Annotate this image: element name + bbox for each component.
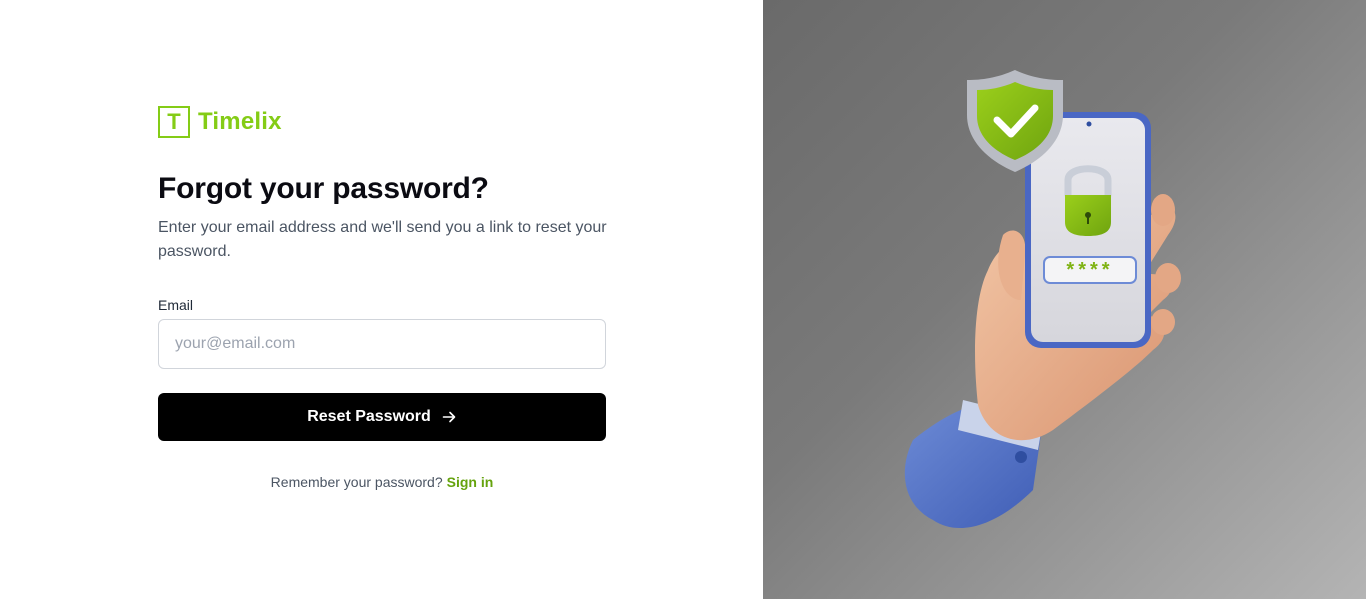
signin-prompt-text: Remember your password?	[270, 474, 443, 490]
reset-password-label: Reset Password	[307, 408, 431, 425]
email-label: Email	[158, 297, 194, 313]
hand-holding-phone-security-illustration: ****	[904, 70, 1181, 529]
form-panel: T Timelix Forgot your password? Enter yo…	[0, 0, 763, 599]
arrow-right-icon	[441, 409, 457, 425]
fingers-shape	[1151, 194, 1181, 335]
illustration-panel: ****	[763, 0, 1366, 599]
signin-prompt: Remember your password? Sign in	[158, 474, 606, 490]
page-subtitle: Enter your email address and we'll send …	[158, 219, 607, 260]
signin-link[interactable]: Sign in	[447, 474, 494, 490]
brand-logo[interactable]: T Timelix	[158, 106, 282, 138]
reset-password-button[interactable]: Reset Password	[158, 393, 606, 441]
password-mask-text: ****	[1066, 259, 1113, 281]
page-title: Forgot your password?	[158, 172, 489, 205]
email-field[interactable]	[158, 319, 606, 369]
brand-mark-icon: T	[158, 106, 190, 138]
brand-name: Timelix	[198, 108, 282, 135]
forgot-password-page: T Timelix Forgot your password? Enter yo…	[0, 0, 1366, 599]
